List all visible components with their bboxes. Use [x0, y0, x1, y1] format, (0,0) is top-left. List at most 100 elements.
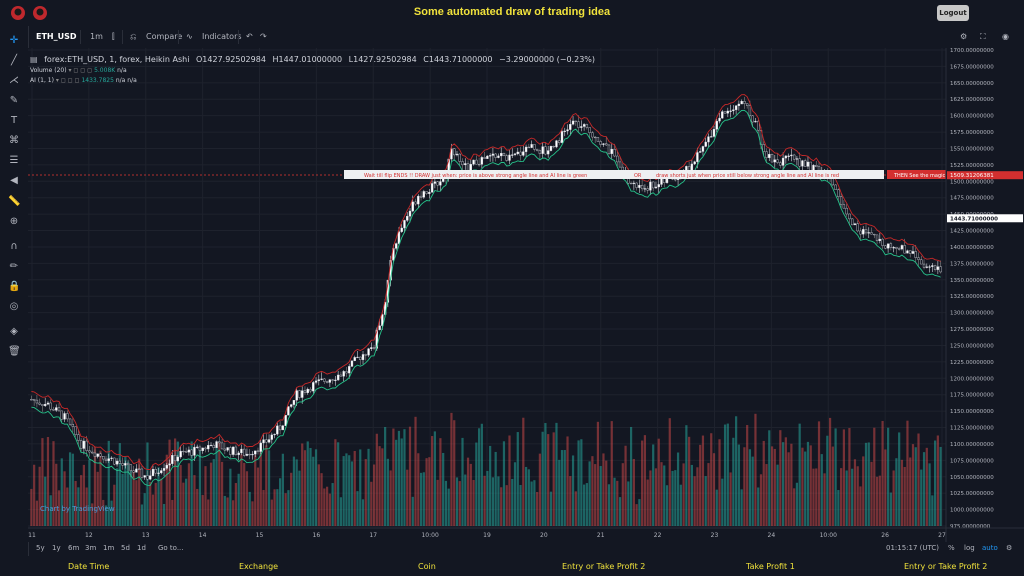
auto-toggle[interactable]: auto [982, 544, 998, 552]
volume-bar [560, 450, 564, 526]
volume-bar [68, 452, 72, 526]
volume-label[interactable]: Volume (20) [30, 67, 67, 74]
candle-body [842, 204, 846, 209]
undo-icon[interactable]: ↶ [246, 32, 253, 41]
footer-entry-tp2-b: Entry or Take Profit 2 [904, 562, 988, 571]
volume-bar [676, 452, 680, 526]
indicators-button[interactable]: Indicators [202, 32, 242, 41]
volume-bar [812, 468, 815, 526]
camera-icon[interactable]: ◉ [1002, 32, 1009, 41]
scale-settings-icon[interactable]: ⚙ [1006, 544, 1012, 552]
candle-body [417, 195, 420, 205]
volume-bar [552, 432, 555, 526]
pattern-icon[interactable]: ⌘ [8, 135, 20, 147]
candle-body [555, 140, 558, 148]
candle-body [483, 157, 486, 159]
candle-body [403, 220, 406, 229]
candle-body [549, 145, 553, 151]
compare-button[interactable]: Compare [146, 32, 182, 41]
range-1m[interactable]: 1m [103, 544, 114, 552]
volume-bar [256, 467, 260, 526]
volume-bar [873, 427, 876, 526]
volume-bar [30, 488, 33, 526]
candle-body [892, 247, 895, 249]
fib-icon[interactable]: ⋌ [8, 75, 20, 87]
candle-body [118, 460, 121, 464]
brush-icon[interactable]: ✎ [8, 95, 20, 107]
trendline-icon[interactable]: ╱ [8, 55, 20, 67]
ruler-icon[interactable]: 📏 [8, 196, 20, 208]
range-5d[interactable]: 5d [121, 544, 130, 552]
candle-body [859, 230, 862, 235]
volume-bar [284, 493, 287, 526]
settings-icon[interactable]: ⚙ [960, 32, 967, 41]
candle-body [773, 159, 776, 163]
ai-controls-icon[interactable]: ▾ ◻ ◻ ◻ [56, 77, 80, 84]
volume-bar [721, 478, 724, 526]
percent-toggle[interactable]: % [948, 544, 955, 552]
volume-bar [44, 476, 47, 526]
volume-bar [660, 462, 663, 526]
volume-bar [395, 439, 398, 526]
candle-body [909, 250, 912, 254]
price-tick-label: 1425.00000000 [950, 229, 994, 235]
candle-body [571, 120, 575, 125]
prediction-icon[interactable]: ☰ [8, 155, 20, 167]
range-5y[interactable]: 5y [36, 544, 45, 552]
volume-bar [718, 439, 721, 526]
text-icon[interactable]: T [8, 115, 20, 127]
zoom-icon[interactable]: ⊕ [8, 216, 20, 228]
interval-button[interactable]: 1m [90, 32, 103, 41]
ai-label[interactable]: AI (1, 1) [30, 77, 54, 84]
volume-bar [806, 441, 810, 526]
goto-button[interactable]: Go to... [158, 544, 184, 552]
price-chart[interactable]: Wait till flip ENDS !! DRAW just when: p… [28, 48, 1024, 542]
stay-draw-icon[interactable]: ✏ [8, 261, 20, 273]
range-1y[interactable]: 1y [52, 544, 61, 552]
compare-icon[interactable]: ⎌ [130, 32, 136, 42]
layers-icon[interactable]: ◈ [8, 326, 20, 338]
volume-bar [339, 497, 343, 526]
price-axis[interactable]: 1700.00000000 1675.00000000 1650.00000000 1… [945, 48, 1024, 542]
symbol-search[interactable]: ETH_USD [36, 32, 77, 41]
fullscreen-icon[interactable]: ⛶ [980, 32, 986, 42]
crosshair-icon[interactable]: ✛ [8, 35, 20, 47]
volume-bar [35, 500, 39, 526]
back-arrow-icon[interactable]: ◀ [8, 175, 20, 187]
legend-symbol[interactable]: forex:ETH_USD, 1, forex, Heikin Ashi [44, 55, 189, 64]
volume-bar [511, 478, 514, 526]
volume-bar [455, 477, 459, 526]
volume-bar [762, 440, 765, 526]
volume-bar [690, 464, 693, 526]
volume-controls-icon[interactable]: ▾ ◻ ◻ ◻ [68, 67, 92, 74]
candle-body [46, 402, 50, 405]
candle-body [323, 378, 326, 382]
candle-body [718, 117, 721, 122]
time-tick-label: 20 [540, 532, 548, 539]
indicators-icon[interactable]: ∿ [186, 32, 193, 41]
symbol-menu-icon[interactable]: ▤ [30, 55, 38, 64]
magnet-icon[interactable]: ∩ [8, 241, 20, 253]
candle-body [732, 109, 735, 112]
range-3m[interactable]: 3m [85, 544, 96, 552]
candle-body [933, 265, 937, 270]
volume-bar [414, 416, 417, 526]
eye-icon[interactable]: ◎ [8, 301, 20, 313]
chart-type-icon[interactable]: ⫿ [112, 32, 115, 42]
candle-body [748, 105, 752, 117]
candle-body [469, 163, 472, 171]
tradingview-watermark[interactable]: Chart by TradingView [40, 505, 115, 513]
volume-bar [80, 475, 83, 526]
log-toggle[interactable]: log [964, 544, 975, 552]
lock-icon[interactable]: 🔒 [8, 281, 20, 293]
redo-icon[interactable]: ↷ [260, 32, 267, 41]
volume-bar [337, 442, 340, 526]
footer-date-time: Date Time [68, 562, 110, 571]
range-6m[interactable]: 6m [68, 544, 79, 552]
candle-body [643, 188, 647, 190]
range-1d[interactable]: 1d [137, 544, 146, 552]
trash-icon[interactable]: 🗑 [8, 346, 21, 358]
candle-body [464, 163, 467, 166]
logout-button[interactable]: Logout [937, 5, 969, 21]
candle-body [939, 266, 942, 273]
